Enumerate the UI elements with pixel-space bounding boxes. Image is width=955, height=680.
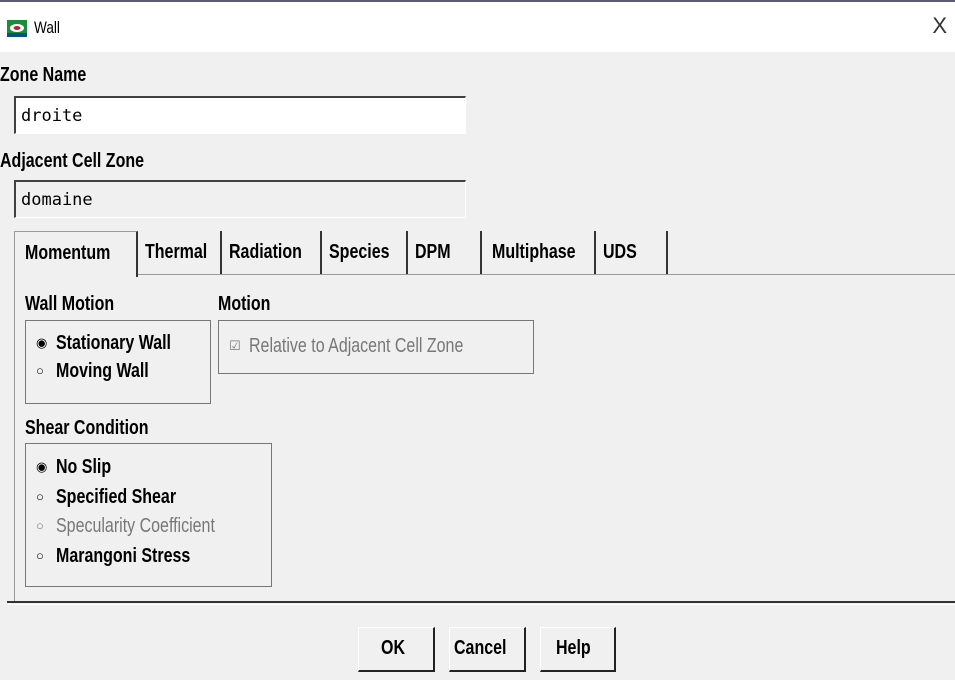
checkbox-checked-icon: ☑	[229, 337, 241, 353]
radio-marangoni-stress[interactable]: ○ Marangoni Stress	[36, 545, 224, 568]
radio-unselected-icon: ○	[36, 363, 44, 379]
wall-motion-group: ◉ Stationary Wall ○ Moving Wall	[25, 320, 211, 404]
radio-specified-shear[interactable]: ○ Specified Shear	[36, 486, 206, 509]
cancel-button[interactable]: Cancel	[449, 627, 526, 672]
radio-specularity-coefficient[interactable]: ○ Specularity Coefficient	[36, 515, 255, 538]
momentum-panel: Wall Motion ◉ Stationary Wall ○ Moving Wal…	[14, 274, 955, 602]
tab-thermal[interactable]: Thermal	[138, 231, 222, 275]
radio-selected-icon: ◉	[36, 458, 48, 474]
radio-no-slip[interactable]: ◉ No Slip	[36, 456, 125, 479]
tab-dpm[interactable]: DPM	[408, 231, 482, 275]
shear-condition-label: Shear Condition	[25, 417, 149, 439]
app-icon	[7, 20, 27, 37]
tab-momentum[interactable]: Momentum	[14, 231, 138, 277]
tab-species[interactable]: Species	[322, 231, 408, 275]
motion-group: ☑ Relative to Adjacent Cell Zone	[218, 320, 534, 374]
adjacent-cell-zone-field: domaine	[14, 180, 466, 218]
zone-name-input[interactable]: droite	[14, 96, 466, 134]
help-button[interactable]: Help	[540, 627, 616, 672]
radio-unselected-icon: ○	[36, 518, 44, 534]
separator	[7, 601, 955, 603]
radio-unselected-icon: ○	[36, 489, 44, 505]
radio-selected-icon: ◉	[36, 334, 48, 350]
motion-label: Motion	[218, 293, 271, 315]
wall-motion-label: Wall Motion	[25, 293, 115, 315]
shear-condition-group: ◉ No Slip ○ Specified Shear ○ Specularity C…	[25, 443, 272, 587]
ok-button[interactable]: OK	[358, 627, 435, 672]
tab-multiphase[interactable]: Multiphase	[482, 231, 596, 275]
adjacent-cell-zone-label: Adjacent Cell Zone	[0, 150, 145, 172]
radio-stationary-wall[interactable]: ◉ Stationary Wall	[36, 332, 200, 355]
window-title: Wall	[34, 18, 60, 37]
separator-highlight	[7, 604, 955, 605]
relative-to-adjacent-checkbox[interactable]: ☑ Relative to Adjacent Cell Zone	[229, 335, 517, 358]
tab-uds[interactable]: UDS	[596, 231, 668, 275]
radio-unselected-icon: ○	[36, 548, 44, 564]
radio-moving-wall[interactable]: ○ Moving Wall	[36, 360, 172, 383]
close-icon[interactable]: X	[932, 14, 947, 38]
tab-radiation[interactable]: Radiation	[222, 231, 322, 275]
zone-name-label: Zone Name	[0, 64, 87, 86]
title-bar: Wall X	[0, 0, 955, 52]
